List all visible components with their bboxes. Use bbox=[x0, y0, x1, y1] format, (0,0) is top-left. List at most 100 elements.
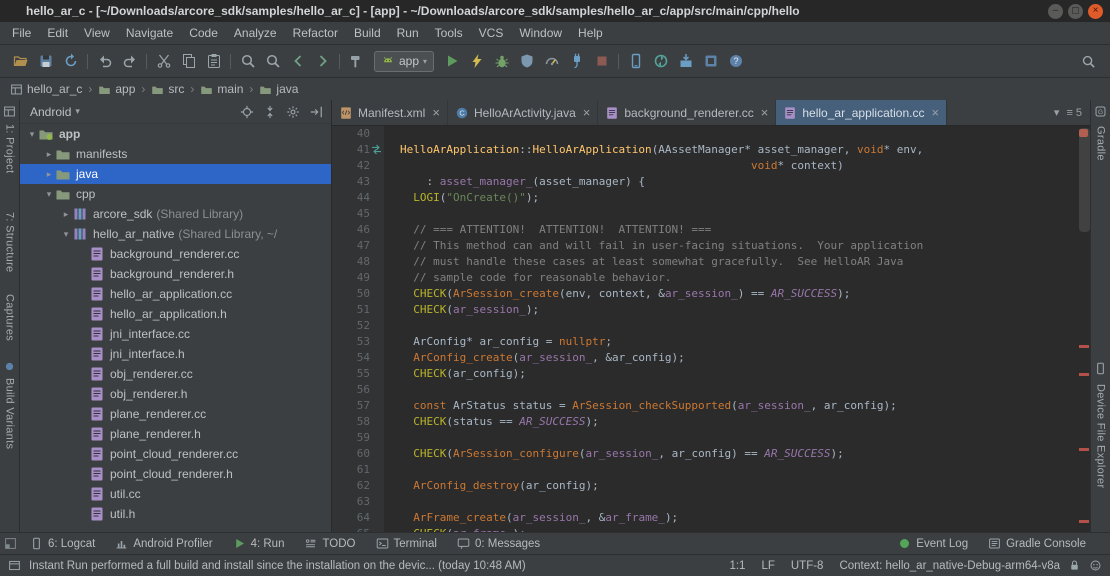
tree-item[interactable]: ▾ hello_ar_native (Shared Library, ~/ bbox=[20, 224, 331, 244]
line-number[interactable]: 61 bbox=[332, 462, 384, 478]
menu-item[interactable]: Help bbox=[570, 26, 611, 40]
line-number[interactable]: 47 bbox=[332, 238, 384, 254]
menu-item[interactable]: VCS bbox=[471, 26, 512, 40]
undo-button[interactable] bbox=[92, 49, 117, 74]
make-project-button[interactable] bbox=[344, 49, 369, 74]
expand-arrow-icon[interactable]: ▾ bbox=[26, 129, 38, 140]
replace-button[interactable] bbox=[260, 49, 285, 74]
collapse-all-icon[interactable] bbox=[263, 105, 277, 119]
cut-button[interactable] bbox=[151, 49, 176, 74]
tree-item[interactable]: point_cloud_renderer.h bbox=[20, 464, 331, 484]
breadcrumb-item[interactable]: app bbox=[96, 82, 137, 96]
error-stripe-mark[interactable] bbox=[1079, 448, 1089, 451]
profile-button[interactable] bbox=[539, 49, 564, 74]
inspections-icon[interactable] bbox=[1089, 559, 1102, 572]
menu-item[interactable]: Analyze bbox=[226, 26, 285, 40]
menu-item[interactable]: Code bbox=[181, 26, 226, 40]
open-button[interactable] bbox=[8, 49, 33, 74]
tree-item[interactable]: ▸ manifests bbox=[20, 144, 331, 164]
editor-scrollbar[interactable] bbox=[1079, 128, 1090, 232]
menu-item[interactable]: Edit bbox=[39, 26, 76, 40]
menu-item[interactable]: Build bbox=[346, 26, 389, 40]
search-everywhere-icon[interactable] bbox=[1081, 54, 1096, 69]
project-tree[interactable]: ▾ app ▸ manifests ▸ java bbox=[20, 124, 331, 532]
file-encoding[interactable]: UTF-8 bbox=[791, 560, 824, 572]
help-button[interactable]: ? bbox=[723, 49, 748, 74]
tree-item[interactable]: plane_renderer.cc bbox=[20, 404, 331, 424]
tree-item[interactable]: ▸ arcore_sdk (Shared Library) bbox=[20, 204, 331, 224]
line-number[interactable]: 43 bbox=[332, 174, 384, 190]
line-number[interactable]: 64 bbox=[332, 510, 384, 526]
toolwindow-terminal-button[interactable]: Terminal bbox=[366, 533, 447, 554]
line-number[interactable]: 55 bbox=[332, 366, 384, 382]
view-selector[interactable]: Android ▾ bbox=[30, 105, 80, 119]
menu-item[interactable]: File bbox=[4, 26, 39, 40]
build-variants-icon[interactable] bbox=[0, 360, 19, 373]
close-tab-icon[interactable]: × bbox=[761, 105, 769, 120]
error-stripe-mark[interactable] bbox=[1079, 520, 1089, 523]
apply-changes-button[interactable] bbox=[464, 49, 489, 74]
line-number[interactable]: 45 bbox=[332, 206, 384, 222]
line-separator[interactable]: LF bbox=[761, 560, 774, 572]
toolwindow-gradleconsole-button[interactable]: Gradle Console bbox=[978, 533, 1096, 554]
stripe-gradle-button[interactable]: Gradle bbox=[1091, 126, 1110, 161]
menu-item[interactable]: Refactor bbox=[285, 26, 346, 40]
caret-position[interactable]: 1:1 bbox=[729, 560, 745, 572]
sync-gradle-button[interactable] bbox=[648, 49, 673, 74]
error-stripe-mark[interactable] bbox=[1079, 345, 1089, 348]
avd-manager-button[interactable] bbox=[623, 49, 648, 74]
lock-icon[interactable] bbox=[1068, 559, 1081, 572]
line-number[interactable]: 46 bbox=[332, 222, 384, 238]
line-number[interactable]: 54 bbox=[332, 350, 384, 366]
line-number[interactable]: 41 bbox=[332, 142, 384, 158]
maximize-button[interactable]: ◻ bbox=[1068, 4, 1083, 19]
stripe-build-variants-button[interactable]: Build Variants bbox=[0, 378, 19, 449]
expand-arrow-icon[interactable]: ▸ bbox=[43, 149, 55, 160]
toolwindow-todo-button[interactable]: TODO bbox=[294, 533, 365, 554]
line-number[interactable]: 59 bbox=[332, 430, 384, 446]
tree-item[interactable]: hello_ar_application.h bbox=[20, 304, 331, 324]
tree-item[interactable]: hello_ar_application.cc bbox=[20, 284, 331, 304]
toolwindow-messages-button[interactable]: 0: Messages bbox=[447, 533, 550, 554]
stop-button[interactable] bbox=[589, 49, 614, 74]
expand-arrow-icon[interactable]: ▸ bbox=[43, 169, 55, 180]
toolwindow-run-button[interactable]: 4: Run bbox=[223, 533, 295, 554]
tree-item[interactable]: ▾ cpp bbox=[20, 184, 331, 204]
expand-arrow-icon[interactable]: ▾ bbox=[43, 189, 55, 200]
status-message[interactable]: Instant Run performed a full build and i… bbox=[29, 560, 526, 572]
breadcrumb-item[interactable]: main bbox=[198, 82, 245, 96]
locate-file-icon[interactable] bbox=[240, 105, 254, 119]
expand-arrow-icon[interactable]: ▸ bbox=[60, 209, 72, 220]
line-number[interactable]: 62 bbox=[332, 478, 384, 494]
toolwindow-logcat-button[interactable]: 6: Logcat bbox=[20, 533, 105, 554]
line-number[interactable]: 49 bbox=[332, 270, 384, 286]
code-editor[interactable]: 40 41 HelloArApplication::HelloArApplica… bbox=[332, 126, 1090, 532]
sdk-manager-button[interactable] bbox=[673, 49, 698, 74]
editor-tab[interactable]: background_renderer.cc × bbox=[598, 100, 776, 125]
menu-item[interactable]: Navigate bbox=[118, 26, 181, 40]
line-number[interactable]: 60 bbox=[332, 446, 384, 462]
tree-item[interactable]: ▾ app bbox=[20, 124, 331, 144]
breadcrumb-item[interactable]: src bbox=[149, 82, 186, 96]
save-all-button[interactable] bbox=[33, 49, 58, 74]
redo-button[interactable] bbox=[117, 49, 142, 74]
sync-button[interactable] bbox=[58, 49, 83, 74]
chevron-down-icon[interactable]: ▾ bbox=[1054, 106, 1060, 119]
tree-item[interactable]: jni_interface.h bbox=[20, 344, 331, 364]
line-number[interactable]: 42 bbox=[332, 158, 384, 174]
stripe-project-button[interactable]: 1: Project bbox=[0, 124, 19, 173]
run-button[interactable] bbox=[439, 49, 464, 74]
tree-item[interactable]: obj_renderer.cc bbox=[20, 364, 331, 384]
stripe-device-explorer-button[interactable]: Device File Explorer bbox=[1091, 384, 1110, 488]
line-number[interactable]: 56 bbox=[332, 382, 384, 398]
breadcrumb-item[interactable]: java bbox=[257, 82, 300, 96]
editor-tab[interactable]: Manifest.xml × bbox=[332, 100, 448, 125]
settings-gear-icon[interactable] bbox=[286, 105, 300, 119]
tree-item[interactable]: obj_renderer.h bbox=[20, 384, 331, 404]
line-number[interactable]: 44 bbox=[332, 190, 384, 206]
breadcrumb-item[interactable]: hello_ar_c bbox=[8, 82, 84, 96]
toolwindow-toggle-icon[interactable] bbox=[8, 559, 21, 572]
error-stripe-mark[interactable] bbox=[1079, 373, 1089, 376]
tree-item[interactable]: jni_interface.cc bbox=[20, 324, 331, 344]
device-explorer-icon[interactable] bbox=[1091, 362, 1110, 375]
